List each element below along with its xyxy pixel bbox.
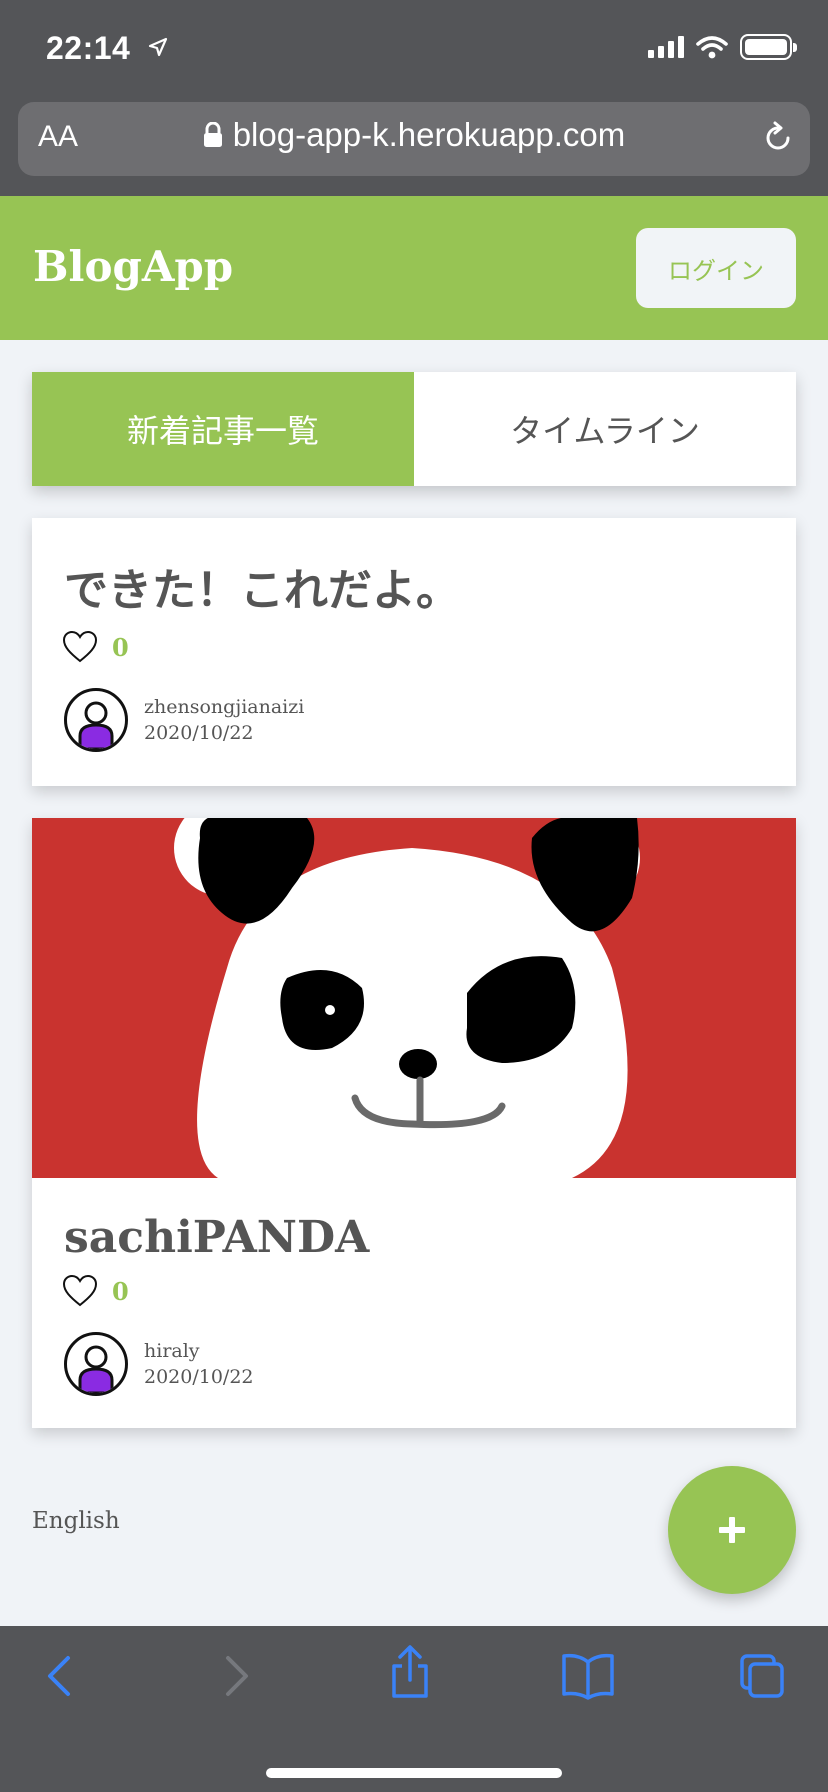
status-icons [648,34,797,60]
language-link[interactable]: English [32,1508,120,1534]
status-time-text: 22:14 [46,30,131,66]
url-display[interactable]: blog-app-k.herokuapp.com [18,116,810,154]
post-tabs: 新着記事一覧 タイムライン [32,372,796,486]
browser-toolbar [0,1626,828,1792]
back-icon[interactable] [40,1652,80,1700]
signal-icon [648,36,684,58]
browser-chrome-top: 22:14 AA blog-app-k.herokuapp.com [0,0,828,196]
heart-icon[interactable] [62,630,98,664]
post-author[interactable]: zhensongjianaizi 2020/10/22 [64,688,304,752]
new-post-button[interactable] [668,1466,796,1594]
wifi-icon [696,36,728,59]
forward-icon[interactable] [216,1652,256,1700]
login-button[interactable]: ログイン [636,228,796,308]
post-card[interactable]: sachiPANDA 0 hiraly 2020/10/22 [32,818,796,1428]
heart-icon[interactable] [62,1274,98,1308]
tabs-icon[interactable] [738,1652,786,1700]
battery-icon [740,34,797,60]
post-date: 2020/10/22 [144,722,254,744]
brand-logo[interactable]: BlogApp [33,242,233,291]
location-arrow-icon [148,37,167,57]
post-author[interactable]: hiraly 2020/10/22 [64,1332,254,1396]
author-name: hiraly [144,1340,200,1362]
post-card[interactable]: できた！これだよ。 0 zhensongjianaizi 2020/10/22 [32,518,796,786]
avatar-icon [78,1345,114,1393]
like-control[interactable]: 0 [62,1274,129,1308]
post-thumbnail[interactable] [32,818,796,1178]
post-title[interactable]: できた！これだよ。 [64,554,460,618]
bookmarks-icon[interactable] [560,1652,616,1700]
url-text: blog-app-k.herokuapp.com [232,116,626,153]
avatar-icon [78,701,114,749]
plus-icon [719,1517,745,1543]
reload-icon[interactable] [760,120,796,156]
home-indicator[interactable] [266,1768,562,1778]
tab-new-posts[interactable]: 新着記事一覧 [32,372,414,486]
post-title[interactable]: sachiPANDA [64,1212,369,1263]
like-count: 0 [112,1276,129,1306]
like-count: 0 [112,632,129,662]
share-icon[interactable] [386,1644,434,1700]
avatar [64,688,128,752]
status-time: 22:14 [46,30,168,67]
like-control[interactable]: 0 [62,630,129,664]
lock-icon [203,122,222,147]
app-header: BlogApp ログイン [0,196,828,340]
author-name: zhensongjianaizi [144,696,305,718]
post-date: 2020/10/22 [144,1366,254,1388]
panda-image [32,818,796,1178]
avatar [64,1332,128,1396]
tab-timeline[interactable]: タイムライン [414,372,796,486]
address-bar[interactable]: AA blog-app-k.herokuapp.com [18,102,810,176]
